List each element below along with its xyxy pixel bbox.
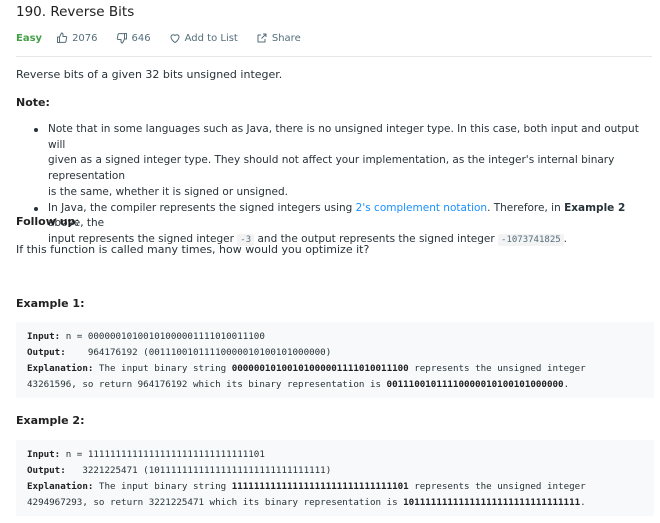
- output-label: Output:: [27, 347, 66, 358]
- example-line: 43261596, so return 964176192 which its …: [27, 377, 654, 393]
- example-1-code-block: Input: n = 00000010100101000001111010011…: [16, 322, 654, 398]
- explanation-text: .: [563, 379, 570, 390]
- example-1-heading: Example 1:: [16, 297, 85, 310]
- example-line: Input: n = 00000010100101000001111010011…: [27, 329, 654, 345]
- explanation-text: The input binary string: [93, 363, 232, 374]
- followup-colon: :: [75, 215, 80, 228]
- difficulty-badge: Easy: [16, 32, 43, 44]
- problem-title: 190. Reverse Bits: [16, 4, 135, 20]
- note-text: . Therefore, in: [487, 201, 565, 214]
- note-line: given as a signed integer type. They sho…: [48, 154, 615, 183]
- problem-description: Reverse bits of a given 32 bits unsigned…: [16, 68, 283, 81]
- explanation-text: 4294967293, so return 3221225471 which i…: [27, 497, 404, 508]
- explanation-binary: 00000010100101000001111010011100: [231, 363, 409, 374]
- example-2-heading: Example 2:: [16, 414, 85, 427]
- thumbs-up-icon: [57, 32, 68, 43]
- example-line: Explanation: The input binary string 000…: [27, 361, 654, 377]
- note-line: Note that in some languages such as Java…: [48, 123, 639, 151]
- inline-code-signed-output: -1073741825: [498, 233, 564, 246]
- example-line: Output: 964176192 (001110010111100000101…: [27, 345, 654, 361]
- output-value: 964176192 (00111001011110000010100101000…: [65, 347, 332, 358]
- explanation-binary: 10111111111111111111111111111111: [403, 497, 581, 508]
- note-item: Note that in some languages such as Java…: [16, 122, 646, 201]
- explanation-text: represents the unsigned integer: [408, 363, 586, 374]
- followup-heading-text: Follow up: [16, 215, 76, 228]
- problem-meta-bar: Easy 2076 646 Add to List Share: [16, 30, 319, 46]
- thumbs-down-icon: [116, 33, 127, 44]
- like-button[interactable]: 2076: [56, 32, 98, 44]
- note-heading: Note:: [16, 96, 50, 109]
- share-icon: [257, 33, 267, 43]
- twos-complement-link[interactable]: 2's complement notation: [356, 202, 487, 214]
- note-item: In Java, the compiler represents the sig…: [16, 201, 646, 249]
- input-label: Input:: [27, 449, 61, 460]
- explanation-label: Explanation:: [27, 363, 94, 374]
- example-line: Output: 3221225471 (10111111111111111111…: [27, 463, 654, 479]
- like-count: 2076: [72, 32, 98, 44]
- example-line: Input: n = 11111111111111111111111111111…: [27, 447, 654, 463]
- notes-list: Note that in some languages such as Java…: [16, 122, 646, 249]
- input-value: n = 00000010100101000001111010011100: [60, 331, 265, 342]
- example-2-reference: Example 2: [564, 201, 626, 214]
- dislike-count: 646: [131, 32, 151, 44]
- example-line: Explanation: The input binary string 111…: [27, 479, 654, 495]
- input-label: Input:: [27, 331, 61, 342]
- output-value: 3221225471 (1011111111111111111111111111…: [65, 465, 332, 476]
- explanation-text: .: [580, 497, 586, 508]
- note-text: In Java, the compiler represents the sig…: [48, 201, 356, 214]
- input-value: n = 11111111111111111111111111111101: [60, 449, 265, 460]
- note-line: is the same, whether it is signed or uns…: [48, 185, 288, 198]
- explanation-text: represents the unsigned integer: [408, 481, 586, 492]
- explanation-text: The input binary string: [93, 481, 232, 492]
- note-line: In Java, the compiler represents the sig…: [48, 201, 646, 232]
- explanation-label: Explanation:: [27, 481, 94, 492]
- explanation-binary: 11111111111111111111111111111101: [231, 481, 409, 492]
- share-label: Share: [271, 32, 301, 44]
- add-to-list-label: Add to List: [184, 32, 238, 44]
- heart-icon: [170, 34, 180, 43]
- explanation-binary: 00111001011110000010100101000000: [386, 379, 564, 390]
- example-2-code-block: Input: n = 11111111111111111111111111111…: [16, 440, 654, 516]
- followup-text: If this function is called many times, h…: [16, 243, 370, 256]
- share-button[interactable]: Share: [256, 32, 301, 44]
- output-label: Output:: [27, 465, 66, 476]
- header-divider: [16, 56, 652, 57]
- followup-heading: Follow up:: [16, 215, 79, 228]
- explanation-text: 43261596, so return 964176192 which its …: [27, 379, 387, 390]
- example-line: 4294967293, so return 3221225471 which i…: [27, 495, 654, 511]
- add-to-list-button[interactable]: Add to List: [169, 32, 238, 44]
- dislike-button[interactable]: 646: [116, 32, 151, 44]
- note-text: .: [563, 232, 567, 245]
